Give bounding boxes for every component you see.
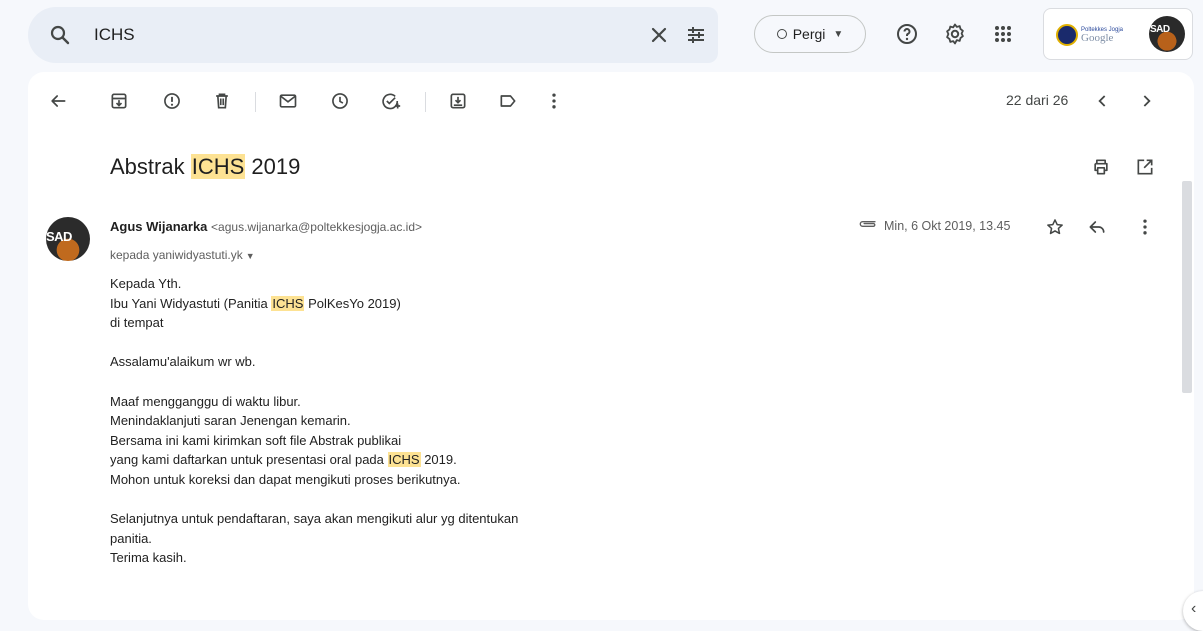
search-highlight: ICHS [190,154,246,179]
search-bar[interactable]: ICHS [28,7,718,63]
open-in-new-window-icon[interactable] [1135,157,1155,177]
settings-icon[interactable] [943,22,967,46]
avatar[interactable]: SAD [1149,16,1185,52]
apps-icon[interactable] [991,22,1015,46]
email-subject: Abstrak ICHS 2019 [110,154,300,180]
more-vert-icon[interactable] [544,91,564,111]
scrollbar-thumb[interactable] [1182,181,1192,393]
chevron-down-icon: ▼ [833,28,844,40]
search-icon[interactable] [48,23,72,52]
recipient-text: kepada yaniwidyastuti.yk [110,248,243,262]
body-blank-line [110,490,518,510]
sender-line: Agus Wijanarka <agus.wijanarka@poltekkes… [110,219,422,234]
email-meta: Min, 6 Okt 2019, 13.45 [858,217,1010,234]
search-highlight: ICHS [271,295,305,311]
body-line: panitia. [110,530,152,546]
pagination-text: 22 dari 26 [1006,92,1069,108]
body-text: yang kami daftarkan untuk presentasi ora… [110,452,388,468]
org-logo-text: Google [1081,31,1114,44]
label-icon[interactable] [498,91,518,111]
body-line: yang kami daftarkan untuk presentasi ora… [110,450,518,470]
help-icon[interactable] [895,22,919,46]
account-switcher[interactable]: Poltekkes Jogja Google SAD [1043,8,1193,60]
avatar-text: SAD [46,229,72,244]
body-text: Ibu Yani Widyastuti (Panitia [110,295,272,311]
body-line: Kepada Yth. [110,276,182,291]
mark-unread-icon[interactable] [278,91,298,111]
body-line: Selanjutnya untuk pendaftaran, saya akan… [110,511,519,527]
sender-name[interactable]: Agus Wijanarka [110,219,207,234]
body-text: PolKesYo 2019) [304,295,401,311]
star-icon[interactable] [1045,217,1065,237]
attachment-icon [858,217,878,234]
delete-icon[interactable] [212,91,232,111]
org-seal-icon [1056,24,1078,46]
body-line: Assalamu'alaikum wr wb. [110,354,256,370]
search-highlight: ICHS [387,452,421,468]
toolbar-divider [255,92,256,112]
email-body: Kepada Yth. Ibu Yani Widyastuti (Panitia… [110,274,518,568]
back-arrow-icon[interactable] [48,91,68,111]
toolbar-divider [425,92,426,112]
archive-icon[interactable] [109,91,129,111]
chevron-left-icon[interactable] [1093,91,1113,111]
close-icon[interactable] [647,23,671,52]
status-label: Pergi [792,26,826,42]
avatar-text: SAD [1150,24,1170,35]
move-to-icon[interactable] [448,91,468,111]
chevron-down-icon: ▼ [245,251,255,261]
tune-icon[interactable] [684,23,708,52]
status-dropdown[interactable]: Pergi ▼ [754,15,866,53]
status-ring-icon [776,29,787,39]
more-vert-icon[interactable] [1135,217,1155,237]
sender-avatar[interactable]: SAD [46,217,90,261]
body-line: di tempat [110,315,164,331]
subject-text: 2019 [245,154,301,179]
snooze-icon[interactable] [330,91,350,111]
reply-icon[interactable] [1087,217,1107,237]
scrollbar[interactable] [1182,127,1194,620]
body-blank-line [110,372,518,392]
body-line: Ibu Yani Widyastuti (Panitia ICHS PolKes… [110,294,518,314]
email-date: Min, 6 Okt 2019, 13.45 [884,218,1011,233]
recipient-dropdown[interactable]: kepada yaniwidyastuti.yk ▼ [110,248,255,262]
add-to-tasks-icon[interactable] [380,91,401,111]
sender-email: <agus.wijanarka@poltekkesjogja.ac.id> [211,220,423,234]
search-input[interactable]: ICHS [94,25,135,45]
body-line: Mohon untuk koreksi dan dapat mengikuti … [110,471,461,487]
body-line: Maaf mengganggu di waktu libur. [110,393,301,409]
subject-text: Abstrak [110,154,191,179]
body-line: Menindaklanjuti saran Jenengan kemarin. [110,413,351,429]
print-icon[interactable] [1091,157,1111,177]
chevron-left-icon: ‹ [1191,600,1197,617]
chevron-right-icon[interactable] [1136,91,1156,111]
org-logo: Poltekkes Jogja Google [1056,23,1142,47]
body-line: Terima kasih. [110,550,187,566]
email-view: 22 dari 26 Abstrak ICHS 2019 SAD Agus Wi… [28,72,1194,620]
body-line: Bersama ini kami kirimkan soft file Abst… [110,432,402,448]
body-blank-line [110,333,518,353]
body-text: 2019. [420,452,457,468]
report-spam-icon[interactable] [162,91,182,111]
